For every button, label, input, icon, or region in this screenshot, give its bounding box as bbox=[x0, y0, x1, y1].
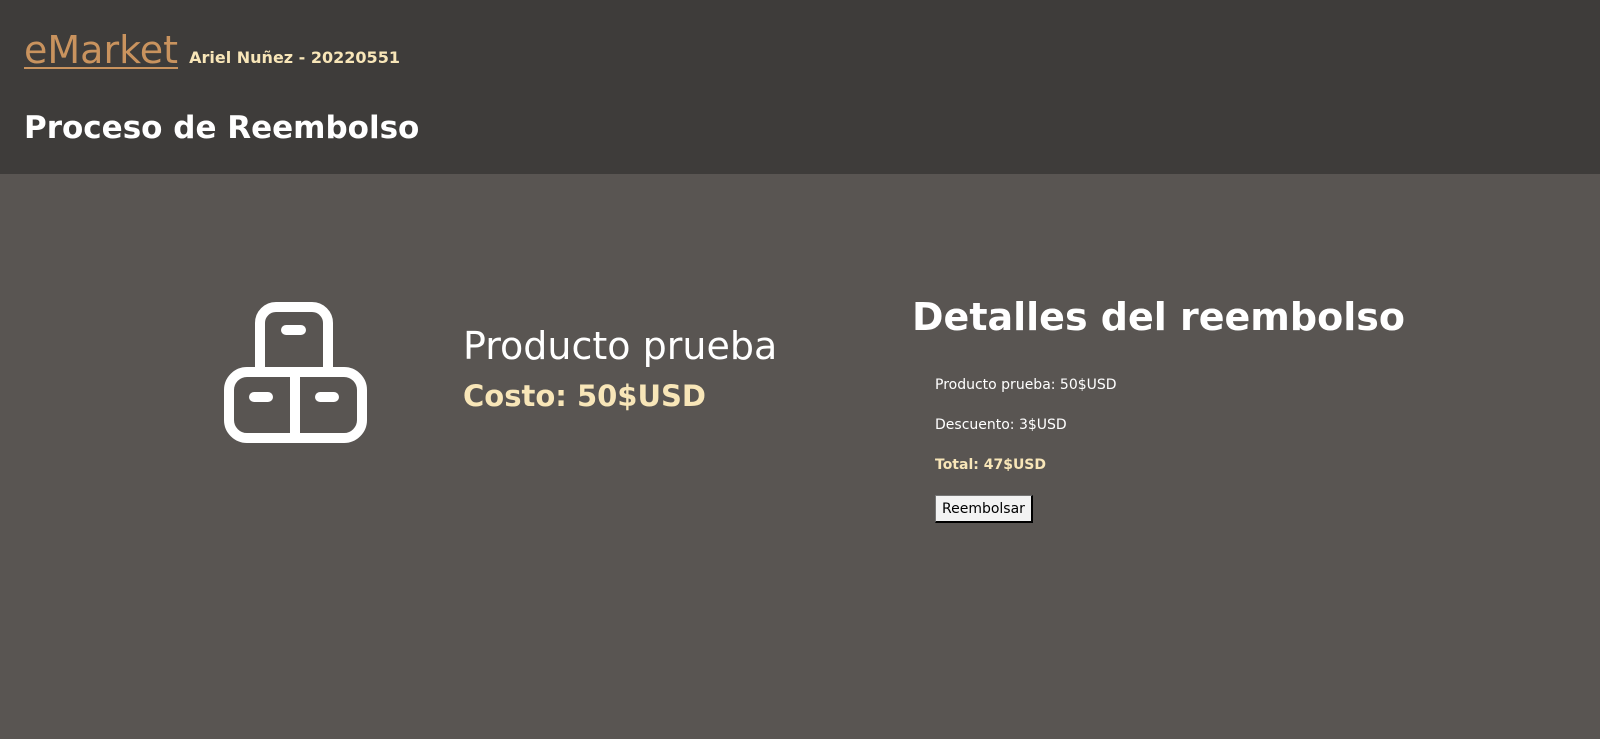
detail-product-line: Producto prueba: 50$USD bbox=[935, 377, 1117, 393]
header: eMarket Ariel Nuñez - 20220551 Proceso d… bbox=[0, 0, 1600, 174]
product-cost: Costo: 50$USD bbox=[463, 379, 706, 413]
brand-row: eMarket Ariel Nuñez - 20220551 bbox=[24, 28, 400, 72]
package-boxes-icon bbox=[224, 301, 367, 444]
detail-discount-line: Descuento: 3$USD bbox=[935, 417, 1067, 433]
details-title: Detalles del reembolso bbox=[912, 295, 1405, 339]
detail-total-line: Total: 47$USD bbox=[935, 457, 1047, 473]
page-title: Proceso de Reembolso bbox=[24, 110, 420, 146]
brand-link[interactable]: eMarket bbox=[24, 28, 178, 72]
author-label: Ariel Nuñez - 20220551 bbox=[189, 48, 400, 67]
product-name: Producto prueba bbox=[463, 324, 778, 368]
refund-button[interactable]: Reembolsar bbox=[935, 495, 1033, 523]
